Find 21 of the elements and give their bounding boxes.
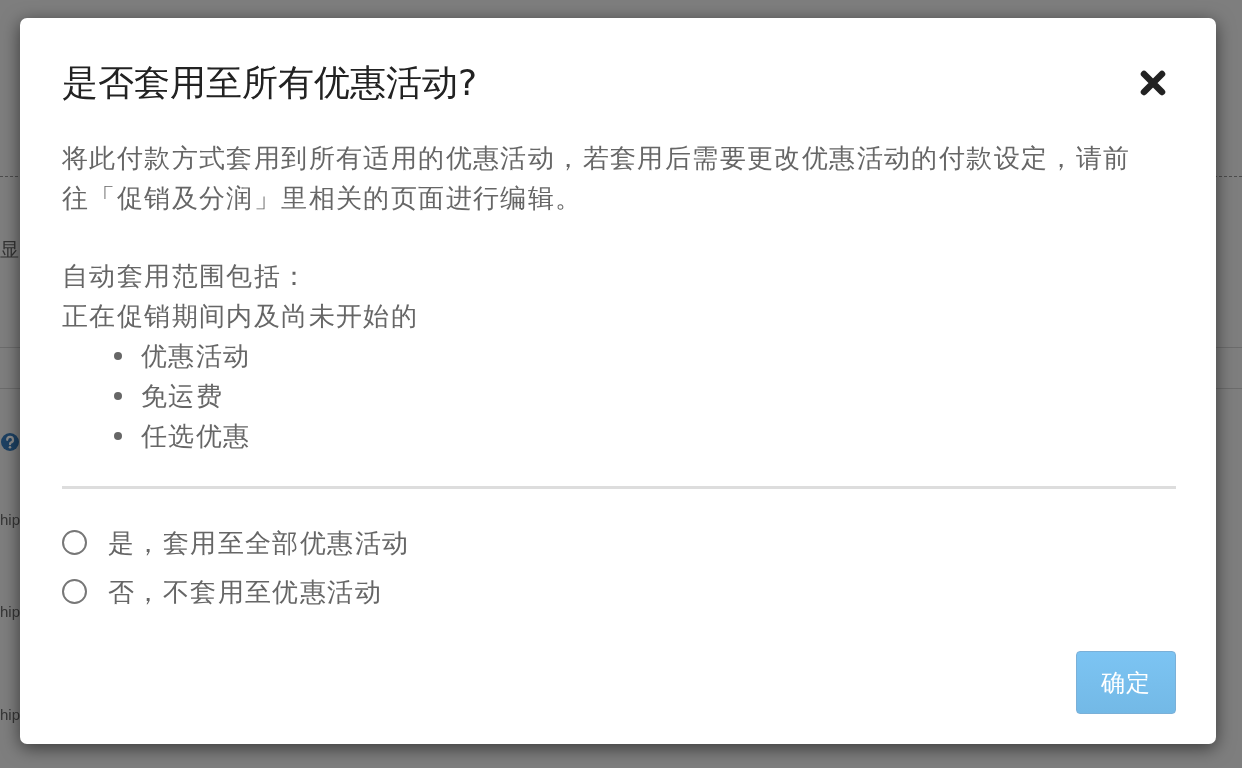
list-item-text: 免运费 xyxy=(141,380,224,413)
bullet-icon xyxy=(114,352,122,360)
radio-button[interactable] xyxy=(62,530,87,555)
radio-button[interactable] xyxy=(62,579,87,604)
scope-label: 自动套用范围包括： xyxy=(62,260,309,293)
bullet-icon xyxy=(114,392,122,400)
option-label[interactable]: 否，不套用至优惠活动 xyxy=(108,571,382,612)
list-item-text: 任选优惠 xyxy=(141,420,251,453)
scope-note: 正在促销期间内及尚未开始的 xyxy=(62,300,419,333)
dialog-title: 是否套用至所有优惠活动? xyxy=(62,61,478,105)
close-button[interactable] xyxy=(1140,70,1166,96)
page-text: 显 xyxy=(0,237,19,262)
page-text: hip xyxy=(0,602,21,622)
bullet-icon xyxy=(114,432,122,440)
page-text: hip xyxy=(0,510,21,530)
description-text: 将此付款方式套用到所有适用的优惠活动，若套用后需要更改优惠活动的付款设定，请前往「促销及分润」里相关的页面进行编辑。 xyxy=(62,142,1132,215)
list-item-text: 优惠活动 xyxy=(141,340,251,373)
page-text: hip xyxy=(0,705,21,725)
option-label[interactable]: 是，套用至全部优惠活动 xyxy=(108,522,410,563)
help-icon[interactable] xyxy=(1,433,19,451)
close-icon xyxy=(1140,70,1166,96)
